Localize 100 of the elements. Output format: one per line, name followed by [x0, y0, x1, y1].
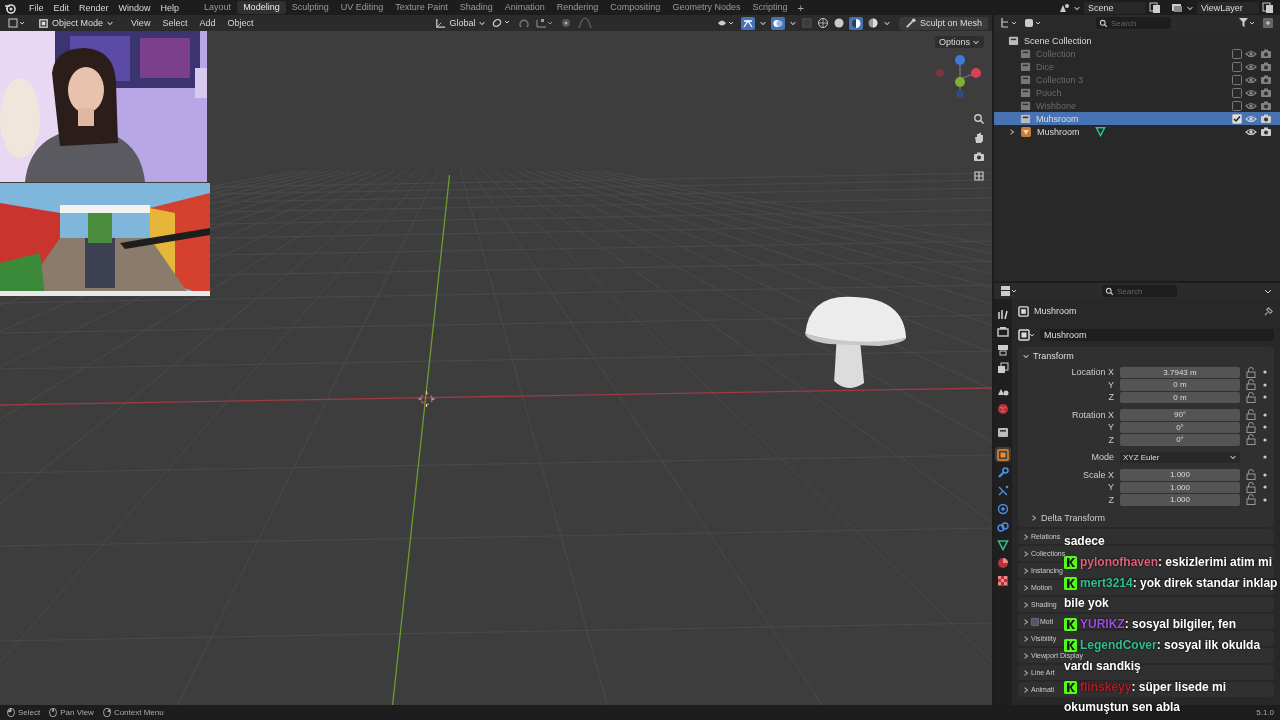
keyframe-dot-icon[interactable]	[1262, 471, 1268, 478]
hand-icon[interactable]	[973, 132, 985, 144]
zoom-icon[interactable]	[973, 113, 985, 125]
camera-icon[interactable]	[1260, 73, 1272, 86]
workspace-tab[interactable]: Sculpting	[285, 1, 335, 14]
snap-grid-icon[interactable]	[536, 17, 555, 29]
sculpt-on-mesh-button[interactable]: Sculpt on Mesh	[898, 16, 988, 30]
keyframe-dot-icon[interactable]	[1262, 424, 1268, 431]
outliner-item[interactable]: Scene Collection	[1024, 35, 1092, 46]
lock-icon[interactable]	[1246, 379, 1256, 391]
lock-icon[interactable]	[1246, 469, 1256, 481]
copy-icon[interactable]	[1149, 1, 1161, 14]
mode-select[interactable]: XYZ Euler	[1120, 451, 1240, 463]
view-layer-field[interactable]: ViewLayer	[1197, 1, 1259, 14]
scene-field[interactable]: Scene	[1084, 1, 1146, 14]
search-field[interactable]: Search	[1102, 285, 1177, 297]
checkbox-icon[interactable]	[1232, 61, 1242, 72]
grid-icon[interactable]	[973, 170, 985, 182]
add-workspace-button[interactable]: +	[793, 1, 808, 14]
menu-item[interactable]: Object	[222, 18, 259, 28]
workspace-tab[interactable]: Geometry Nodes	[666, 1, 747, 14]
workspace-tab[interactable]: Rendering	[550, 1, 605, 14]
checkbox-icon[interactable]	[1232, 74, 1242, 85]
lock-icon[interactable]	[1246, 366, 1256, 378]
workspace-tab[interactable]: Layout	[198, 1, 238, 14]
name-field[interactable]: Mushroom	[1040, 329, 1274, 341]
layers-tab[interactable]	[995, 360, 1011, 375]
overlays-toggle-icon[interactable]	[770, 16, 785, 30]
snap-icon[interactable]	[518, 17, 531, 29]
object-type-icon[interactable]	[1018, 329, 1036, 341]
workspace-tab[interactable]: Modeling	[237, 1, 286, 14]
pin-icon[interactable]	[1263, 305, 1274, 317]
orbit-tab[interactable]	[995, 501, 1011, 516]
menu-item[interactable]: Render	[74, 2, 114, 13]
camera-icon[interactable]	[973, 151, 985, 163]
rendered-shading-icon[interactable]	[866, 17, 879, 29]
globe-tab[interactable]	[995, 401, 1011, 416]
camera-icon[interactable]	[1260, 99, 1272, 112]
camera-icon[interactable]	[1260, 125, 1272, 138]
layers-icon[interactable]	[1171, 1, 1183, 14]
menu-item[interactable]: Add	[194, 18, 221, 28]
lock-icon[interactable]	[1246, 409, 1256, 421]
checkbox-icon[interactable]	[1232, 48, 1242, 59]
menu-item[interactable]: Select	[157, 18, 193, 28]
mode-dropdown[interactable]: Object Mode	[34, 17, 119, 29]
number-field[interactable]: 1.000	[1120, 481, 1240, 493]
workspace-tab[interactable]: Compositing	[604, 1, 667, 14]
camera-icon[interactable]	[1260, 86, 1272, 99]
printer-tab[interactable]	[995, 342, 1011, 357]
keyframe-dot-icon[interactable]	[1262, 436, 1268, 443]
number-field[interactable]: 0°	[1120, 421, 1240, 433]
number-field[interactable]: 0°	[1120, 434, 1240, 446]
square-tab[interactable]	[995, 447, 1011, 462]
keyframe-dot-icon[interactable]	[1262, 496, 1268, 503]
workspace-tab[interactable]: Shading	[453, 1, 499, 14]
lock-icon[interactable]	[1246, 391, 1256, 403]
menu-item[interactable]: Edit	[48, 2, 75, 13]
rings-tab[interactable]	[995, 519, 1011, 534]
lock-icon[interactable]	[1246, 481, 1256, 493]
number-field[interactable]: 0 m	[1120, 379, 1240, 391]
new-collection-icon[interactable]	[1262, 17, 1274, 29]
wireframe-shading-icon[interactable]	[816, 17, 829, 29]
menu-item[interactable]: Help	[155, 2, 185, 13]
menu-item[interactable]: File	[24, 2, 49, 13]
menu-item[interactable]: View	[126, 18, 156, 28]
copy-icon[interactable]	[1262, 1, 1274, 14]
material-shading-icon[interactable]	[848, 16, 863, 30]
camera-icon[interactable]	[1260, 47, 1272, 60]
keyframe-dot-icon[interactable]	[1262, 381, 1268, 388]
workspace-tab[interactable]: UV Editing	[334, 1, 390, 14]
lock-icon[interactable]	[1246, 421, 1256, 433]
lock-icon[interactable]	[1246, 434, 1256, 446]
gizmo-toggle-icon[interactable]	[740, 16, 755, 30]
panel-header[interactable]: Delta Transform	[1022, 511, 1268, 525]
menu-item[interactable]: Window	[113, 2, 156, 13]
editor-type-icon[interactable]	[8, 17, 26, 29]
options-dropdown[interactable]: Options	[934, 36, 984, 48]
camera-back-tab[interactable]	[995, 324, 1011, 339]
sphere-tab[interactable]	[995, 555, 1011, 570]
blender-logo-icon[interactable]	[4, 1, 16, 14]
number-field[interactable]: 90°	[1120, 409, 1240, 421]
workspace-tab[interactable]: Animation	[498, 1, 551, 14]
keyframe-dot-icon[interactable]	[1262, 454, 1268, 461]
keyframe-dot-icon[interactable]	[1262, 484, 1268, 491]
checkbox-icon[interactable]	[1232, 100, 1242, 111]
number-field[interactable]: 3.7943 m	[1120, 366, 1240, 378]
panel-header[interactable]: Transform	[1018, 347, 1274, 364]
search-field[interactable]: Search	[1096, 17, 1171, 29]
checker-tab[interactable]	[995, 573, 1011, 588]
number-field[interactable]: 1.000	[1120, 494, 1240, 506]
keyframe-dot-icon[interactable]	[1262, 411, 1268, 418]
solid-shading-icon[interactable]	[832, 17, 845, 29]
camera-icon[interactable]	[1260, 60, 1272, 73]
camera-icon[interactable]	[1260, 112, 1272, 125]
outliner-item[interactable]: Mushroom	[1037, 126, 1080, 137]
keyframe-dot-icon[interactable]	[1262, 369, 1268, 376]
scene-icon[interactable]	[1058, 1, 1070, 14]
workspace-tab[interactable]: Scripting	[746, 1, 794, 14]
workspace-tab[interactable]: Texture Paint	[389, 1, 454, 14]
checkbox-icon[interactable]	[1232, 87, 1242, 98]
